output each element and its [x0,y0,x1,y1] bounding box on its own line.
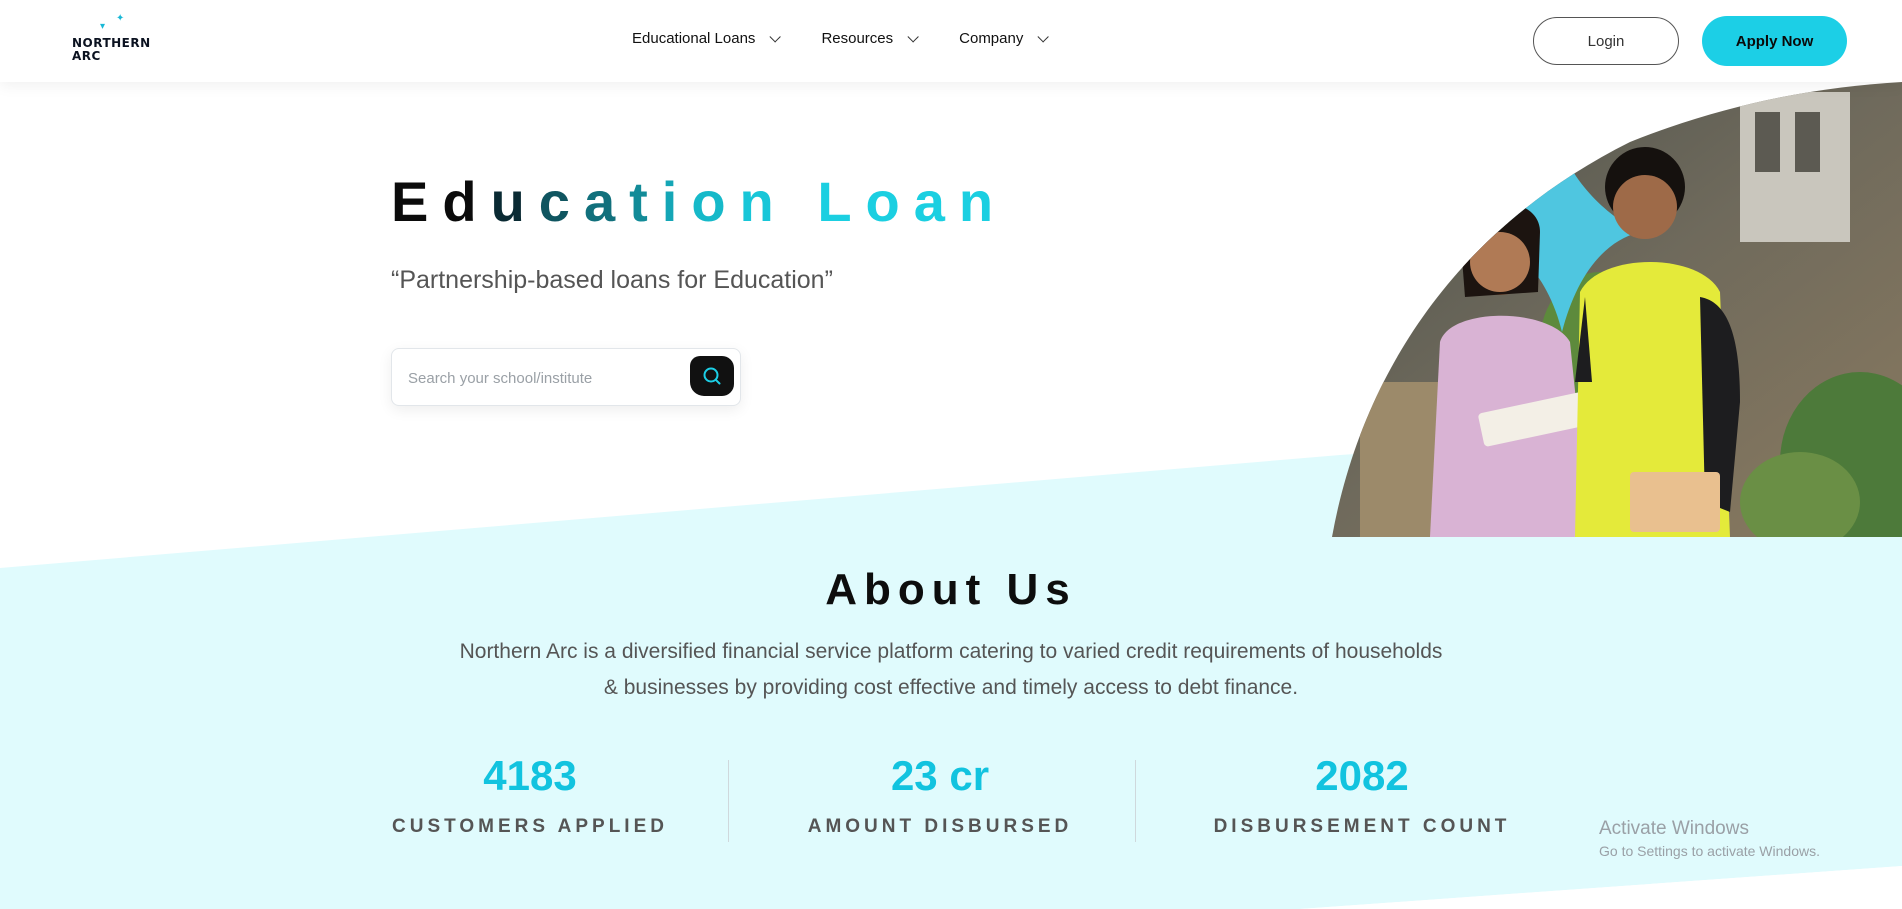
chevron-down-icon [907,30,919,43]
stat-disbursement-count: 2082 DISBURSEMENT COUNT [1202,752,1522,838]
hero-title-letter: a [583,170,630,233]
logo-star-icon: ▾ [100,21,106,32]
about-title: About Us [825,565,1077,614]
hero-subtitle: “Partnership-based loans for Education” [391,266,833,294]
search-input[interactable] [408,366,668,390]
windows-activation-watermark: Activate Windows Go to Settings to activ… [1599,818,1820,859]
stat-value: 4183 [483,752,577,799]
logo-text-line1: NORTHERN [72,36,151,50]
search-icon [703,367,721,385]
stat-label: CUSTOMERS APPLIED [392,816,668,837]
hero-title-letter: n [958,170,1008,233]
hero-title-letter: c [538,170,584,233]
watermark-subtitle: Go to Settings to activate Windows. [1599,843,1820,859]
logo-text-line2: ARC [72,49,101,63]
about-description: Northern Arc is a diversified financial … [459,640,1443,699]
hero-title-letter: o [865,170,914,233]
hero-title-letter: o [691,170,740,233]
hero-title-letter: a [913,170,959,233]
nav-company[interactable]: Company [959,30,1050,47]
school-search [391,348,741,406]
chevron-down-icon [1037,30,1050,43]
nav-resources[interactable]: Resources [821,30,919,47]
hero-title-letter: L [817,170,866,233]
nav-label: Resources [821,30,894,47]
stat-value: 23 cr [890,752,990,799]
apply-now-button[interactable]: Apply Now [1702,16,1847,66]
stat-customers-applied: 4183 CUSTOMERS APPLIED [370,752,690,838]
northern-arc-logo[interactable]: ▾ ✦ NORTHERN ARC [72,13,162,66]
chevron-down-icon [769,30,782,43]
search-button[interactable] [690,356,734,396]
hero-title-letter: d [442,170,491,233]
hero-title-letter: n [739,170,788,233]
login-button[interactable]: Login [1533,17,1679,65]
stat-label: DISBURSEMENT COUNT [1213,816,1511,837]
stat-value: 2082 [1315,752,1409,799]
nav-educational-loans[interactable]: Educational Loans [632,30,782,47]
site-header: ▾ ✦ NORTHERN ARC Educational Loans Resou… [0,0,1902,82]
main-nav: Educational Loans Resources Company [632,30,1089,47]
watermark-title: Activate Windows [1599,818,1749,839]
stat-label: AMOUNT DISBURSED [807,816,1073,837]
logo-star-icon: ✦ [116,13,125,24]
hero-title-letter: u [490,170,539,233]
stat-divider [728,760,729,842]
nav-label: Company [959,30,1024,47]
stat-divider [1135,760,1136,842]
hero-title-letter: E [391,170,443,233]
hero-title-letter: t [629,170,662,233]
stat-amount-disbursed: 23 cr AMOUNT DISBURSED [780,752,1100,838]
hero-students-image [1332,82,1902,537]
hero-title-letter [788,170,818,233]
hero-title-letter: i [661,170,692,233]
hero-title: Education Loan [391,170,1007,234]
nav-label: Educational Loans [632,30,756,47]
